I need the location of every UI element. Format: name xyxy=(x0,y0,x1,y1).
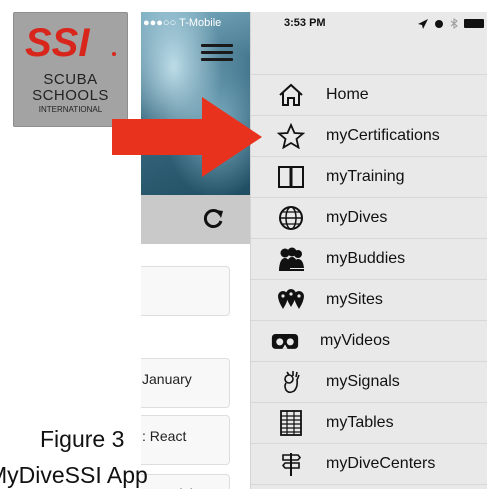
logo-text-scuba: SCUBA xyxy=(43,71,98,88)
ssi-logo-mark: SSI xyxy=(25,21,116,60)
menu-item-label: mySignals xyxy=(326,373,400,390)
book-icon xyxy=(278,166,304,188)
menu-item-label: myDiveCenters xyxy=(326,455,436,472)
menu-item-label: Home xyxy=(326,86,369,103)
alarm-icon xyxy=(435,19,443,28)
menu-item-label: myTables xyxy=(326,414,394,431)
ssi-logo: SSI SCUBA SCHOOLS INTERNATIONAL xyxy=(13,12,128,127)
location-icon xyxy=(418,18,428,29)
home-icon xyxy=(279,83,303,106)
menu-item-mydivecenters[interactable]: myDiveCenters xyxy=(251,444,487,485)
ok-hand-icon xyxy=(284,371,300,394)
status-bar-left: ●●●○○ T-Mobile xyxy=(143,17,222,29)
bluetooth-icon xyxy=(450,18,458,29)
side-menu: 3:53 PM Home myCertifications myTraining xyxy=(250,12,487,489)
menu-item-mytables[interactable]: myTables xyxy=(251,403,487,444)
logo-text-schools: SCHOOLS xyxy=(32,87,109,104)
table-icon xyxy=(280,410,302,436)
battery-icon xyxy=(464,19,484,28)
menu-item-label: myDives xyxy=(326,209,388,226)
buddies-icon xyxy=(279,247,304,271)
star-icon xyxy=(277,123,305,149)
menu-item-mybuddies[interactable]: myBuddies xyxy=(251,239,487,280)
list-item[interactable] xyxy=(141,266,230,316)
menu-item-label: mySites xyxy=(326,291,383,308)
menu-item-mysites[interactable]: mySites xyxy=(251,280,487,321)
vr-goggles-icon xyxy=(271,334,299,349)
signpost-icon xyxy=(281,453,302,476)
menu-item-mysignals[interactable]: mySignals xyxy=(251,362,487,403)
hamburger-menu-icon[interactable] xyxy=(201,40,233,68)
list-item[interactable]: January xyxy=(141,358,230,408)
menu-item-mydives[interactable]: myDives xyxy=(251,198,487,239)
menu-item-mytraining[interactable]: myTraining xyxy=(251,157,487,198)
svg-text:SSI: SSI xyxy=(25,21,90,60)
globe-icon xyxy=(279,206,303,230)
menu-item-label: myVideos xyxy=(320,332,390,349)
app-toolbar xyxy=(141,195,250,244)
menu-item-label: myCertifications xyxy=(326,127,440,144)
status-bar: 3:53 PM xyxy=(251,12,487,36)
menu-item-label: myBuddies xyxy=(326,250,406,267)
list-item[interactable]: : React xyxy=(141,415,230,465)
figure-caption-title: MyDiveSSI App xyxy=(0,462,148,488)
menu-item-label: myTraining xyxy=(326,168,405,185)
refresh-icon[interactable] xyxy=(202,207,226,231)
menu-item-mycertifications[interactable]: myCertifications xyxy=(251,116,487,157)
menu-item-home[interactable]: Home xyxy=(251,75,487,116)
logo-text-international: INTERNATIONAL xyxy=(38,105,103,114)
background-app-screen: ●●●○○ T-Mobile January : React r Special xyxy=(141,12,250,489)
status-time: 3:53 PM xyxy=(284,17,326,29)
figure-caption-number: Figure 3 xyxy=(40,426,125,452)
sites-icon xyxy=(278,289,304,309)
red-arrow-pointer xyxy=(112,97,262,177)
list-item[interactable]: r Special xyxy=(141,474,230,489)
menu-item-myvideos[interactable]: myVideos xyxy=(251,321,487,362)
